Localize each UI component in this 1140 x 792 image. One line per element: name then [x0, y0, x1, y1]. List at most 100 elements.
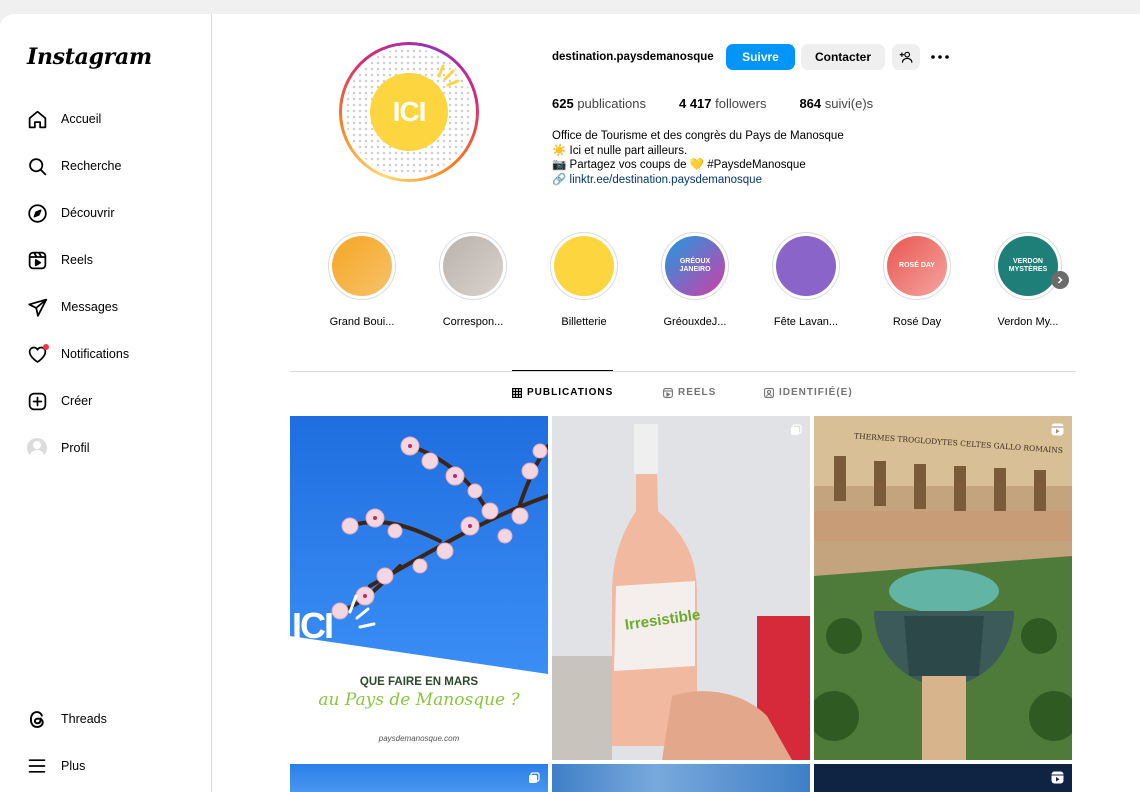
compass-icon	[26, 202, 48, 224]
sidebar-item-label: Profil	[61, 441, 90, 455]
highlight-cover: ROSÉ DAY	[887, 236, 947, 296]
highlight-cover	[554, 236, 614, 296]
grid-icon	[512, 387, 522, 398]
sidebar-item-notifications[interactable]: Notifications	[26, 338, 206, 370]
highlight-cover: GRÉOUX JANEIRO	[665, 236, 725, 296]
sidebar-item-label: Découvrir	[61, 206, 115, 220]
sidebar-item-messages[interactable]: Messages	[26, 291, 206, 323]
highlight-cover	[332, 236, 392, 296]
bio-line: Office de Tourisme et des congrès du Pay…	[552, 130, 844, 142]
heart-icon	[26, 343, 49, 365]
search-icon	[26, 155, 48, 177]
multi-photo-icon	[528, 771, 540, 789]
threads-icon	[26, 708, 48, 730]
post-site: paysdemanosque.com	[378, 734, 460, 743]
story-highlight[interactable]: Billetterie	[544, 232, 624, 328]
profile-stats: 625 publications 4 417 followers 864 sui…	[552, 96, 906, 111]
story-highlight[interactable]: Fête Lavan...	[766, 232, 846, 328]
menu-icon	[26, 755, 48, 777]
sidebar-item-label: Reels	[61, 253, 93, 267]
highlight-cover-text: ROSÉ DAY	[899, 262, 935, 269]
sidebar-item-label: Threads	[61, 712, 107, 726]
highlight-label: Verdon My...	[997, 316, 1059, 328]
sun-rays-icon	[437, 64, 460, 87]
link-icon: 🔗	[552, 173, 567, 186]
chevron-right-icon	[1057, 276, 1063, 284]
reels-icon	[26, 249, 48, 271]
highlight-label: Rosé Day	[892, 316, 942, 328]
posts-stat[interactable]: 625 publications	[552, 96, 646, 111]
highlights-next-button[interactable]	[1051, 271, 1069, 289]
sun-emoji: ☀️	[552, 144, 567, 157]
instagram-logo[interactable]: Instagram	[27, 44, 152, 70]
sidebar-item-label: Créer	[61, 394, 93, 408]
tab-reels[interactable]: REELS	[663, 387, 716, 398]
more-options-button[interactable]	[926, 44, 954, 70]
post-image-wine-bottle: Irresistible	[552, 416, 810, 760]
followers-stat[interactable]: 4 417 followers	[679, 96, 766, 111]
app-window: Instagram Accueil Recherche Découvrir Re…	[0, 14, 1140, 792]
active-tab-indicator	[512, 370, 613, 371]
sidebar-item-label: Messages	[61, 300, 118, 314]
highlight-label: Grand Boui...	[329, 316, 395, 328]
post-tile[interactable]: Irresistible	[552, 416, 810, 760]
story-highlight[interactable]: GRÉOUX JANEIRO GréouxdeJ...	[655, 232, 735, 328]
sidebar-item-threads[interactable]: Threads	[26, 703, 206, 735]
reel-icon	[1051, 771, 1064, 789]
highlight-label: Fête Lavan...	[773, 316, 839, 328]
contact-button[interactable]: Contacter	[801, 44, 885, 70]
svg-text:ICI: ICI	[292, 605, 332, 646]
multi-photo-icon	[790, 423, 802, 441]
profile-avatar[interactable]: ICI	[339, 42, 479, 182]
highlight-label: Billetterie	[561, 316, 607, 328]
story-highlight[interactable]: ROSÉ DAY Rosé Day	[877, 232, 957, 328]
sidebar-item-reels[interactable]: Reels	[26, 244, 206, 276]
bio-line: ☀️ Ici et nulle part ailleurs.	[552, 144, 688, 157]
sidebar-item-label: Notifications	[61, 347, 130, 361]
sidebar-item-recherche[interactable]: Recherche	[26, 150, 206, 182]
sidebar-item-profil[interactable]: Profil	[26, 432, 206, 464]
post-image-thermes-aerial: THERMES TROGLODYTES CELTES GALLO ROMAINS	[814, 416, 1072, 760]
reel-icon	[1051, 423, 1064, 441]
post-tile[interactable]	[552, 764, 810, 792]
reels-icon	[663, 387, 673, 398]
highlight-label: GréouxdeJ...	[663, 316, 727, 328]
post-tile[interactable]	[290, 764, 548, 792]
bio-line: 📷 Partagez vos coups de 💛 #PaysdeManosqu…	[552, 159, 806, 171]
sidebar-item-label: Accueil	[61, 112, 102, 126]
send-icon	[26, 296, 48, 318]
tab-publications[interactable]: PUBLICATIONS	[512, 387, 613, 398]
add-user-icon	[899, 51, 913, 63]
camera-emoji: 📷	[552, 159, 567, 171]
more-dots-icon	[931, 55, 949, 59]
sidebar-item-decouvrir[interactable]: Découvrir	[26, 197, 206, 229]
bio-link[interactable]: 🔗 linktr.ee/destination.paysdemanosque	[552, 173, 844, 188]
sidebar: Instagram Accueil Recherche Découvrir Re…	[0, 14, 212, 792]
highlight-cover: VERDON MYSTÈRES	[998, 236, 1058, 296]
post-script-text: au Pays de Manosque ?	[318, 690, 520, 710]
tagged-icon	[764, 387, 774, 398]
avatar	[27, 438, 47, 458]
plus-square-icon	[26, 390, 48, 412]
profile-username: destination.paysdemanosque	[552, 51, 714, 63]
post-heading: QUE FAIRE EN MARS	[359, 676, 479, 688]
home-icon	[26, 108, 48, 130]
follow-button[interactable]: Suivre	[726, 44, 795, 70]
post-tile[interactable]	[814, 764, 1072, 792]
sidebar-item-plus[interactable]: Plus	[26, 750, 206, 782]
sidebar-item-creer[interactable]: Créer	[26, 385, 206, 417]
sidebar-item-label: Plus	[61, 759, 86, 773]
highlight-cover	[776, 236, 836, 296]
tab-tagged[interactable]: IDENTIFIÉ(E)	[764, 387, 853, 398]
sidebar-item-label: Recherche	[61, 159, 122, 173]
sidebar-item-accueil[interactable]: Accueil	[26, 103, 206, 135]
highlight-cover	[443, 236, 503, 296]
suggest-users-button[interactable]	[892, 44, 920, 70]
story-highlight[interactable]: Correspon...	[433, 232, 513, 328]
story-highlight[interactable]: Grand Boui...	[322, 232, 402, 328]
post-tile[interactable]: ICI QUE FAIRE EN MARS au Pays de Manosqu…	[290, 416, 548, 760]
tabs-divider	[290, 371, 1076, 372]
following-stat[interactable]: 864 suivi(e)s	[799, 96, 873, 111]
profile-bio: Office de Tourisme et des congrès du Pay…	[552, 129, 844, 187]
post-tile[interactable]: THERMES TROGLODYTES CELTES GALLO ROMAINS	[814, 416, 1072, 760]
